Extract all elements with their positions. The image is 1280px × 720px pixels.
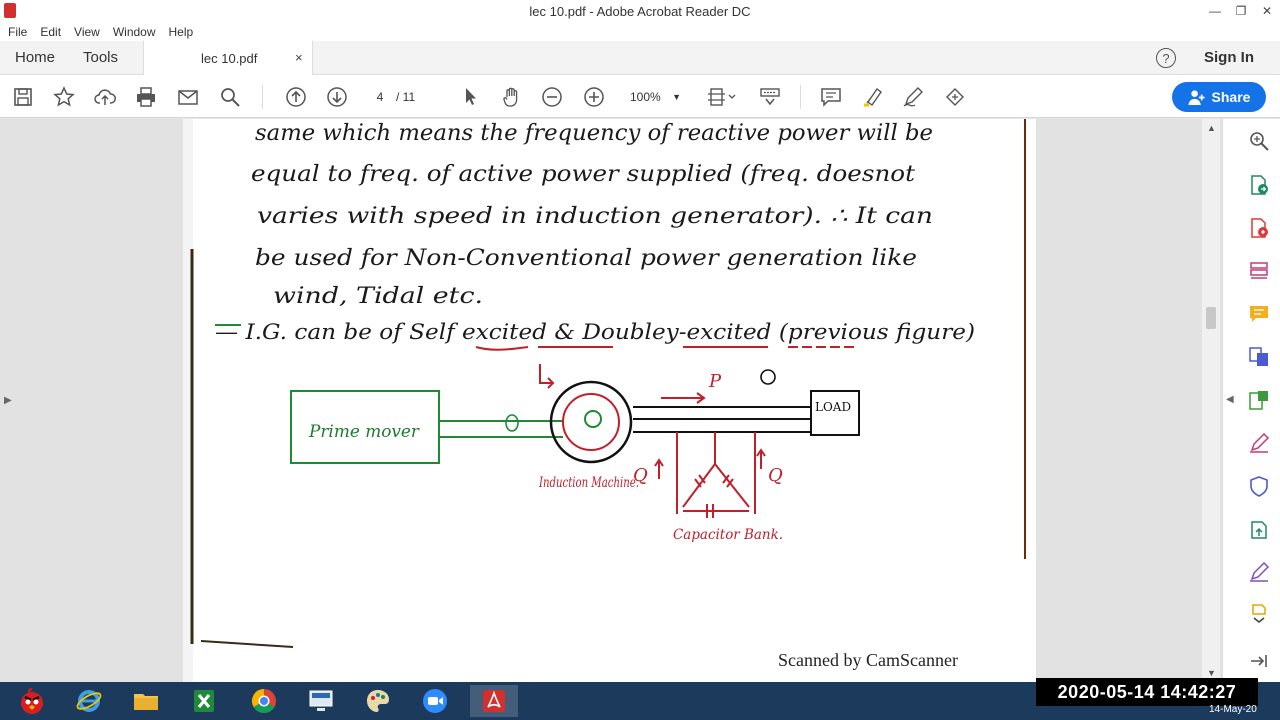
zoom-out-icon[interactable] (540, 85, 564, 109)
next-page-icon[interactable] (325, 85, 349, 109)
note-line-2: equal to freq. of active power supplied … (251, 162, 915, 187)
page-number-input[interactable]: 4 (366, 87, 394, 107)
menu-bar: File Edit View Window Help (0, 22, 1280, 41)
sign-icon[interactable] (1247, 560, 1271, 584)
note-line-3: varies with speed in induction generator… (257, 204, 933, 229)
menu-edit[interactable]: Edit (40, 25, 61, 39)
sign-in-link[interactable]: Sign In (1204, 49, 1254, 66)
window-title: lec 10.pdf - Adobe Acrobat Reader DC (529, 3, 751, 19)
draw-pen-icon[interactable] (901, 85, 925, 109)
excel-icon[interactable] (180, 685, 228, 717)
vertical-scrollbar[interactable]: ▲ ▼ (1202, 119, 1220, 682)
zoom-app-icon[interactable] (411, 685, 459, 717)
organize-pages-icon[interactable] (1247, 259, 1271, 283)
scrollbar-thumb[interactable] (1206, 307, 1216, 329)
tray-date: 14-May-20 (1209, 704, 1257, 715)
scroll-mode-icon[interactable] (758, 85, 782, 109)
scroll-down-icon[interactable]: ▼ (1207, 668, 1216, 678)
hand-tool-icon[interactable] (500, 85, 524, 109)
zoom-in-icon[interactable] (582, 85, 606, 109)
export-pdf-icon[interactable] (1247, 173, 1271, 197)
comment-icon[interactable] (819, 85, 843, 109)
previous-page-icon[interactable] (284, 85, 308, 109)
fill-sign-icon[interactable] (943, 85, 967, 109)
collapse-right-panel-icon[interactable] (1247, 649, 1271, 673)
chrome-icon[interactable] (240, 685, 288, 717)
note-line-4: be used for Non-Conventional power gener… (255, 246, 917, 271)
expand-left-panel-icon[interactable]: ▶ (4, 395, 12, 406)
email-icon[interactable] (176, 85, 200, 109)
lenovo-icon[interactable] (297, 685, 345, 717)
protect-icon[interactable] (1247, 474, 1271, 498)
q-right-label: Q (768, 465, 783, 486)
tab-home[interactable]: Home (15, 49, 55, 66)
share-label: Share (1211, 89, 1251, 105)
scroll-up-icon[interactable]: ▲ (1207, 123, 1216, 133)
chevron-down-icon: ▼ (672, 92, 681, 102)
p-label: P (708, 371, 722, 392)
zoom-icon[interactable] (1247, 129, 1271, 153)
load-label: LOAD (815, 400, 851, 414)
menu-view[interactable]: View (74, 25, 100, 39)
upload-cloud-icon[interactable] (93, 85, 117, 109)
prime-mover-label: Prime mover (308, 422, 420, 442)
select-cursor-icon[interactable] (459, 85, 483, 109)
menu-help[interactable]: Help (169, 25, 194, 39)
capacitor-bank-label: Capacitor Bank. (673, 527, 783, 543)
save-icon[interactable] (11, 85, 35, 109)
angry-birds-icon[interactable] (8, 685, 56, 717)
create-pdf-icon[interactable] (1247, 216, 1271, 240)
zoom-select[interactable]: 100% ▼ (625, 87, 687, 107)
right-tools-panel: ◀ (1222, 119, 1280, 682)
bookmark-star-icon[interactable] (52, 85, 76, 109)
collapse-panel-icon[interactable]: ◀ (1226, 394, 1234, 405)
search-icon[interactable] (218, 85, 242, 109)
close-tab-icon[interactable]: × (295, 50, 303, 65)
close-window-button[interactable]: ✕ (1254, 0, 1280, 22)
file-explorer-icon[interactable] (122, 685, 170, 717)
acrobat-app-icon (4, 3, 16, 18)
minimize-button[interactable]: — (1202, 0, 1228, 22)
toolbar-divider (262, 85, 263, 109)
menu-file[interactable]: File (8, 25, 27, 39)
note-line-6: — I.G. can be of Self excited & Doubley-… (215, 320, 975, 344)
highlighter-icon[interactable] (860, 85, 884, 109)
send-track-icon[interactable] (1247, 517, 1271, 541)
acrobat-icon[interactable] (470, 685, 518, 717)
toolbar-divider (800, 85, 801, 109)
tab-document-label: lec 10.pdf (201, 51, 258, 66)
tab-document[interactable]: lec 10.pdf × (143, 41, 313, 75)
maximize-button[interactable]: ❐ (1228, 0, 1254, 22)
paint-icon[interactable] (354, 685, 402, 717)
help-icon[interactable]: ? (1156, 48, 1176, 68)
tab-tools[interactable]: Tools (83, 49, 118, 66)
page-total: / 11 (396, 90, 416, 104)
document-viewport[interactable]: ▶ same which means the frequency of reac… (0, 119, 1222, 682)
toolbar: 4 / 11 100% ▼ Share (0, 75, 1280, 118)
pdf-page: same which means the frequency of reacti… (183, 119, 1036, 682)
handwritten-notes: same which means the frequency of reacti… (183, 119, 1026, 682)
note-line-5: wind, Tidal etc. (273, 284, 483, 309)
zoom-value: 100% (630, 90, 661, 104)
combine-files-icon[interactable] (1247, 345, 1271, 369)
add-person-icon (1188, 89, 1205, 105)
tab-bar: Home Tools lec 10.pdf × ? Sign In (0, 41, 1280, 75)
fill-sign-icon[interactable] (1247, 431, 1271, 455)
print-icon[interactable] (134, 85, 158, 109)
internet-explorer-icon[interactable] (65, 685, 113, 717)
fit-page-icon[interactable] (705, 85, 739, 109)
camscanner-footer: Scanned by CamScanner (778, 650, 958, 670)
share-button[interactable]: Share (1172, 82, 1266, 112)
menu-window[interactable]: Window (113, 25, 156, 39)
window-controls: — ❐ ✕ (1202, 0, 1280, 22)
edit-pdf-icon[interactable] (1247, 388, 1271, 412)
note-line-1: same which means the frequency of reacti… (255, 121, 933, 146)
comment-icon[interactable] (1247, 302, 1271, 326)
title-bar: lec 10.pdf - Adobe Acrobat Reader DC — ❐… (0, 0, 1280, 22)
timestamp-overlay: 2020-05-14 14:42:27 (1036, 678, 1258, 706)
more-tools-icon[interactable] (1247, 601, 1271, 625)
induction-machine-label: Induction Machine. (538, 475, 639, 491)
